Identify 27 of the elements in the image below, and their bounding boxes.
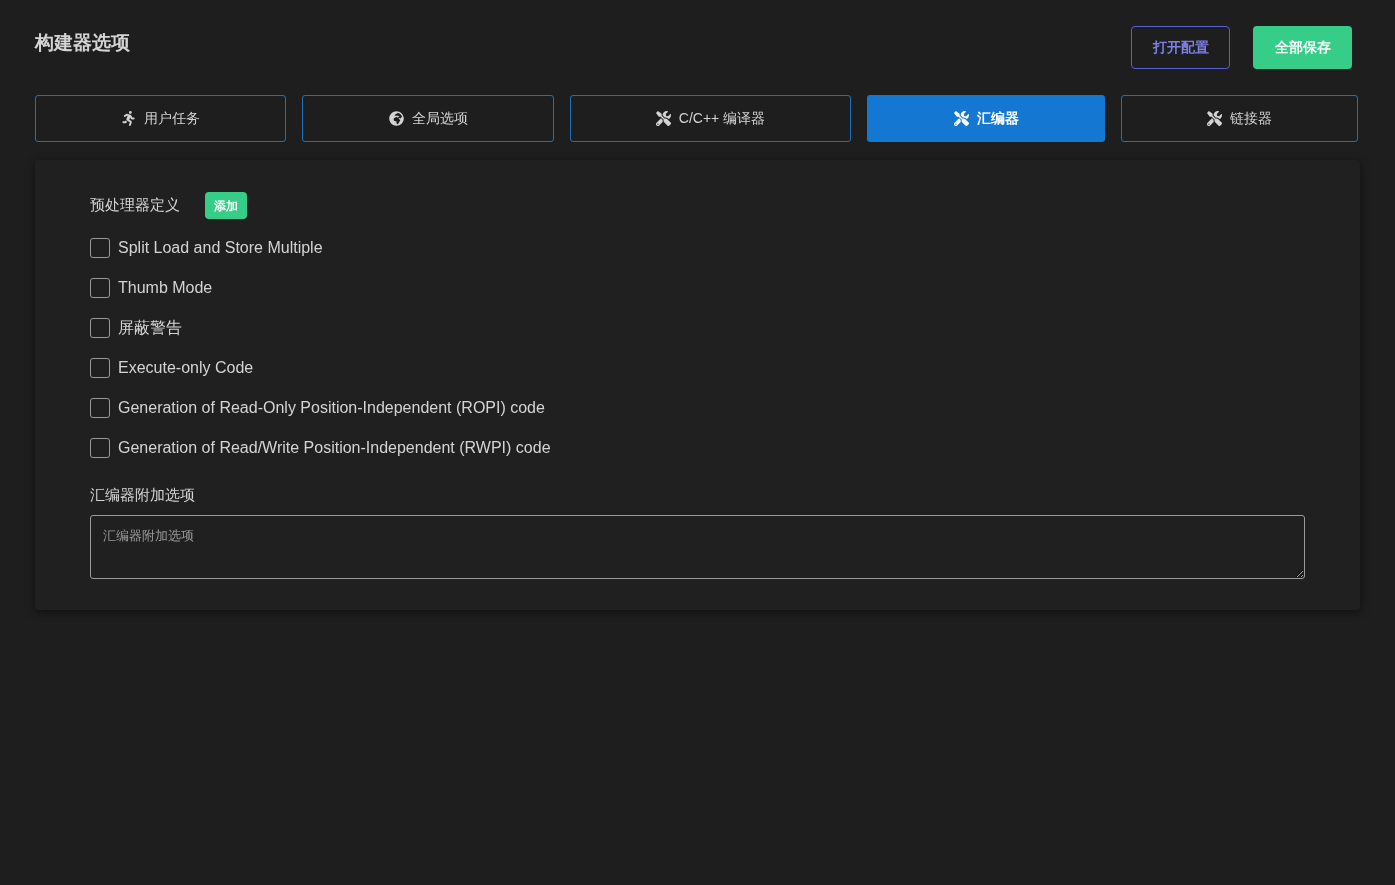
option-label: Generation of Read-Only Position-Independent (ROPI) code bbox=[118, 398, 545, 418]
extra-options-label: 汇编器附加选项 bbox=[90, 485, 196, 505]
tools-icon bbox=[1207, 111, 1222, 126]
tab[interactable]: 汇编器 bbox=[867, 95, 1105, 142]
tools-icon bbox=[953, 111, 969, 126]
option-label: Thumb Mode bbox=[118, 278, 213, 298]
defines-label: 预处理器定义 bbox=[90, 195, 180, 216]
globe-icon bbox=[388, 111, 404, 126]
checkbox[interactable] bbox=[90, 318, 110, 338]
checkbox[interactable] bbox=[90, 358, 110, 378]
tab[interactable]: 全局选项 bbox=[302, 95, 554, 142]
checkbox[interactable] bbox=[90, 238, 110, 258]
tab[interactable]: C/C++ 编译器 bbox=[570, 95, 851, 142]
option-label: Execute-only Code bbox=[118, 358, 254, 378]
extra-options-field[interactable]: 汇编器附加选项 bbox=[90, 514, 1305, 579]
tools-icon bbox=[655, 111, 671, 126]
checkbox[interactable] bbox=[90, 398, 110, 418]
option-label: 屏蔽警告 bbox=[118, 318, 182, 338]
tab[interactable]: 链接器 bbox=[1121, 95, 1358, 142]
page-title: 构建器选项 bbox=[35, 31, 130, 55]
option-label: Split Load and Store Multiple bbox=[118, 238, 323, 258]
tab[interactable]: 用户任务 bbox=[35, 95, 286, 142]
running-figure-icon bbox=[121, 111, 136, 126]
option-label: Generation of Read/Write Position-Independent (RWPI) code bbox=[118, 438, 551, 458]
open-config-button[interactable]: 打开配置 bbox=[1131, 26, 1230, 69]
checkbox[interactable] bbox=[90, 278, 110, 298]
checkbox[interactable] bbox=[90, 438, 110, 458]
